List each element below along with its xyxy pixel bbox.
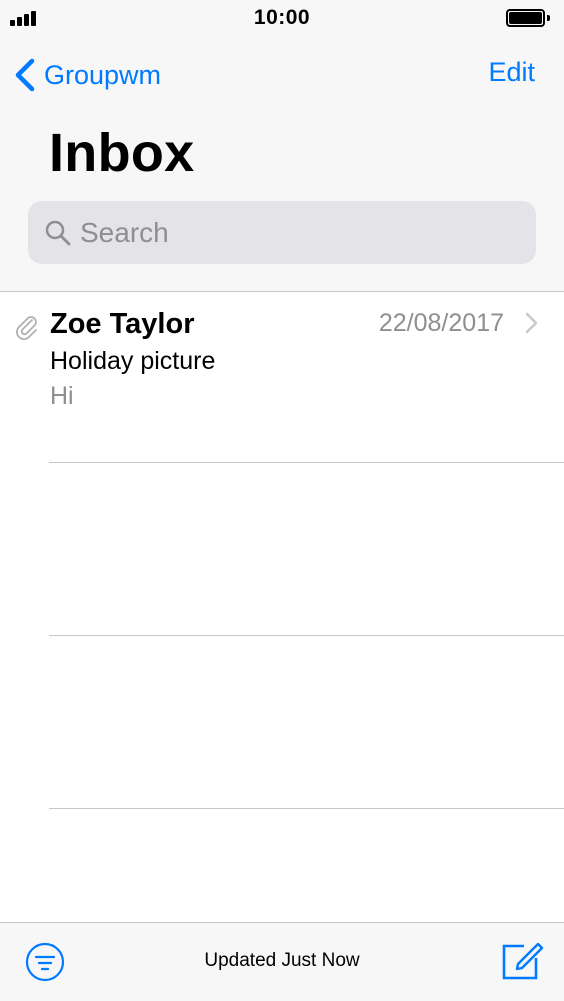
- status-bar: 10:00: [0, 0, 564, 36]
- message-subject: Holiday picture: [50, 347, 216, 375]
- message-sender: Zoe Taylor: [50, 308, 195, 340]
- row-separator: [49, 635, 564, 636]
- bottom-toolbar: Updated Just Now: [0, 922, 564, 1001]
- row-separator: [49, 808, 564, 809]
- message-preview: Hi: [50, 382, 74, 410]
- search-bar[interactable]: [28, 201, 536, 264]
- status-time: 10:00: [253, 6, 311, 29]
- chevron-right-icon: [525, 312, 538, 334]
- compose-icon[interactable]: [500, 938, 544, 982]
- chevron-left-icon: [15, 58, 35, 92]
- back-button[interactable]: Groupwm: [12, 55, 161, 95]
- navigation-header: 10:00 Groupwm Edit Inbox: [0, 0, 564, 292]
- search-icon: [45, 220, 71, 245]
- edit-button[interactable]: Edit: [488, 57, 535, 88]
- page-title: Inbox: [49, 123, 195, 183]
- battery-full-icon: [506, 9, 550, 27]
- row-separator: [49, 462, 564, 463]
- search-input[interactable]: [80, 216, 500, 249]
- paperclip-icon: [16, 316, 37, 340]
- back-button-label: Groupwm: [44, 59, 162, 90]
- update-status: Updated Just Now: [204, 950, 360, 971]
- message-date: 22/08/2017: [378, 309, 504, 337]
